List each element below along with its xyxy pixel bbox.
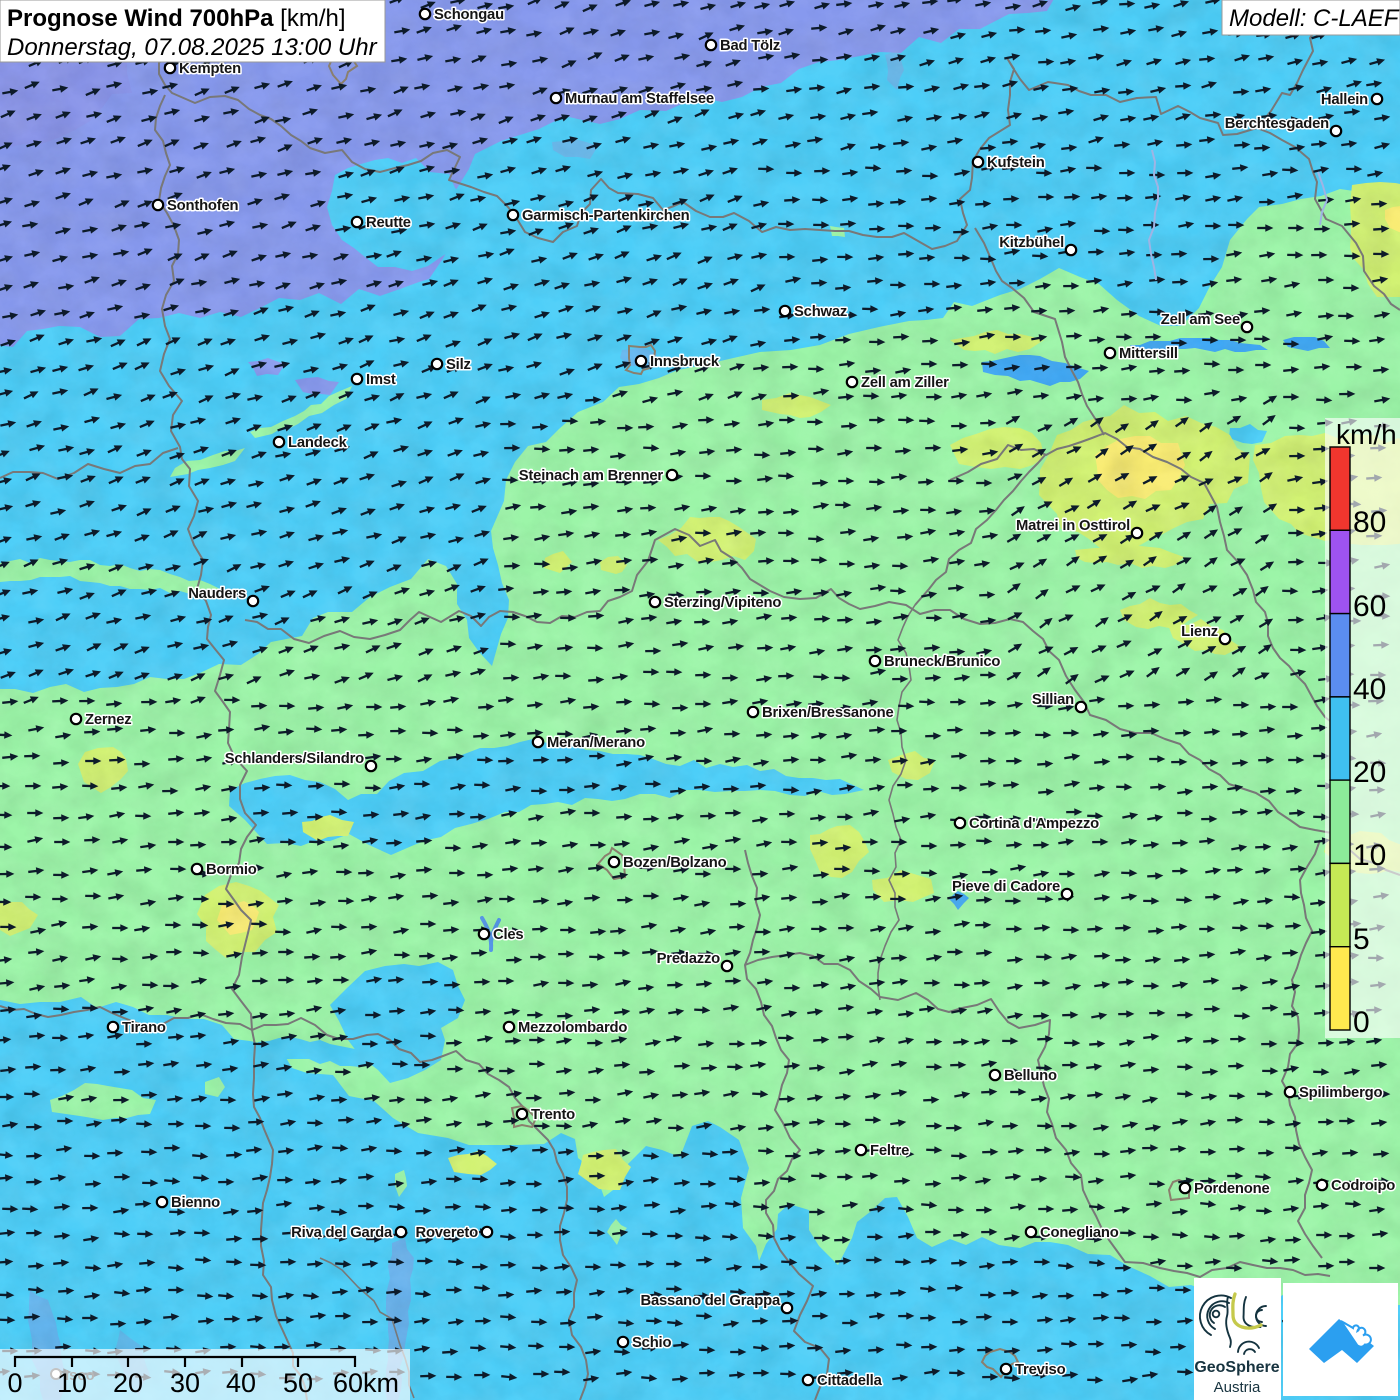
svg-text:60km: 60km (333, 1368, 399, 1398)
svg-text:Silz: Silz (446, 357, 471, 373)
svg-text:Cles: Cles (493, 927, 523, 943)
svg-text:Berchtesgaden: Berchtesgaden (1225, 116, 1329, 132)
svg-text:km/h: km/h (1336, 419, 1397, 450)
svg-text:60: 60 (1353, 590, 1386, 623)
svg-text:Codroipo: Codroipo (1331, 1178, 1395, 1194)
svg-text:Zernez: Zernez (85, 712, 132, 728)
svg-text:Hallein: Hallein (1321, 92, 1368, 108)
svg-text:Schongau: Schongau (434, 7, 504, 23)
svg-text:Reutte: Reutte (366, 215, 411, 231)
svg-text:Spilimbergo: Spilimbergo (1299, 1085, 1382, 1101)
svg-text:Riva del Garda: Riva del Garda (291, 1225, 393, 1241)
svg-text:Treviso: Treviso (1015, 1362, 1066, 1378)
svg-text:Pieve di Cadore: Pieve di Cadore (952, 879, 1060, 895)
svg-text:Murnau am Staffelsee: Murnau am Staffelsee (565, 91, 714, 107)
svg-text:Kufstein: Kufstein (987, 155, 1045, 171)
svg-text:Bormio: Bormio (206, 862, 257, 878)
svg-text:Schwaz: Schwaz (794, 304, 847, 320)
svg-text:Donnerstag, 07.08.2025 13:00 U: Donnerstag, 07.08.2025 13:00 Uhr (7, 34, 378, 61)
svg-text:5: 5 (1353, 923, 1370, 956)
svg-text:Kempten: Kempten (179, 61, 241, 77)
svg-text:Matrei in Osttirol: Matrei in Osttirol (1016, 518, 1130, 534)
svg-text:Austria: Austria (1214, 1379, 1261, 1396)
svg-text:GeoSphere: GeoSphere (1194, 1359, 1279, 1376)
svg-text:Zell am Ziller: Zell am Ziller (861, 375, 949, 391)
svg-text:Mezzolombardo: Mezzolombardo (518, 1020, 627, 1036)
svg-text:Innsbruck: Innsbruck (650, 354, 720, 370)
svg-text:Conegliano: Conegliano (1040, 1225, 1119, 1241)
svg-text:Sonthofen: Sonthofen (167, 198, 239, 214)
svg-text:Bienno: Bienno (171, 1195, 220, 1211)
svg-text:Steinach am Brenner: Steinach am Brenner (519, 468, 664, 484)
svg-text:Schio: Schio (632, 1335, 671, 1351)
svg-text:Trento: Trento (531, 1107, 575, 1123)
svg-text:Brixen/Bressanone: Brixen/Bressanone (762, 705, 893, 721)
svg-text:Sterzing/Vipiteno: Sterzing/Vipiteno (664, 595, 781, 611)
svg-text:Kitzbühel: Kitzbühel (999, 235, 1064, 251)
svg-text:Meran/Merano: Meran/Merano (547, 735, 645, 751)
svg-text:Garmisch-Partenkirchen: Garmisch-Partenkirchen (522, 208, 690, 224)
svg-text:Lienz: Lienz (1181, 624, 1218, 640)
svg-text:20: 20 (1353, 756, 1386, 789)
svg-text:0: 0 (1353, 1006, 1370, 1039)
svg-text:Modell: C-LAEF: Modell: C-LAEF (1229, 5, 1400, 32)
svg-text:Schlanders/Silandro: Schlanders/Silandro (225, 751, 364, 767)
svg-text:Bad Tölz: Bad Tölz (720, 38, 780, 54)
svg-text:Mittersill: Mittersill (1119, 346, 1178, 362)
svg-text:Prognose Wind 700hPa [km/h]: Prognose Wind 700hPa [km/h] (7, 5, 346, 32)
svg-text:50: 50 (283, 1368, 313, 1398)
svg-text:Feltre: Feltre (870, 1143, 909, 1159)
svg-text:Bassano del Grappa: Bassano del Grappa (641, 1293, 781, 1309)
svg-text:Cittadella: Cittadella (817, 1373, 883, 1389)
svg-text:Bruneck/Brunico: Bruneck/Brunico (884, 654, 1000, 670)
svg-text:Cortina d'Ampezzo: Cortina d'Ampezzo (969, 816, 1099, 832)
svg-text:Belluno: Belluno (1004, 1068, 1057, 1084)
svg-text:Nauders: Nauders (188, 586, 246, 602)
svg-text:Bozen/Bolzano: Bozen/Bolzano (623, 855, 727, 871)
svg-text:0: 0 (7, 1368, 22, 1398)
svg-text:Zell am See: Zell am See (1161, 312, 1240, 328)
svg-text:Rovereto: Rovereto (415, 1225, 478, 1241)
svg-text:20: 20 (113, 1368, 143, 1398)
svg-text:30: 30 (170, 1368, 200, 1398)
svg-text:Tirano: Tirano (122, 1020, 166, 1036)
svg-text:Sillian: Sillian (1032, 692, 1074, 708)
svg-text:40: 40 (226, 1368, 256, 1398)
svg-text:Imst: Imst (366, 372, 396, 388)
svg-text:10: 10 (57, 1368, 87, 1398)
svg-text:Pordenone: Pordenone (1194, 1181, 1269, 1197)
svg-text:Landeck: Landeck (288, 435, 348, 451)
svg-text:Predazzo: Predazzo (657, 951, 721, 967)
svg-text:80: 80 (1353, 506, 1386, 539)
svg-text:10: 10 (1353, 839, 1386, 872)
svg-text:40: 40 (1353, 673, 1386, 706)
